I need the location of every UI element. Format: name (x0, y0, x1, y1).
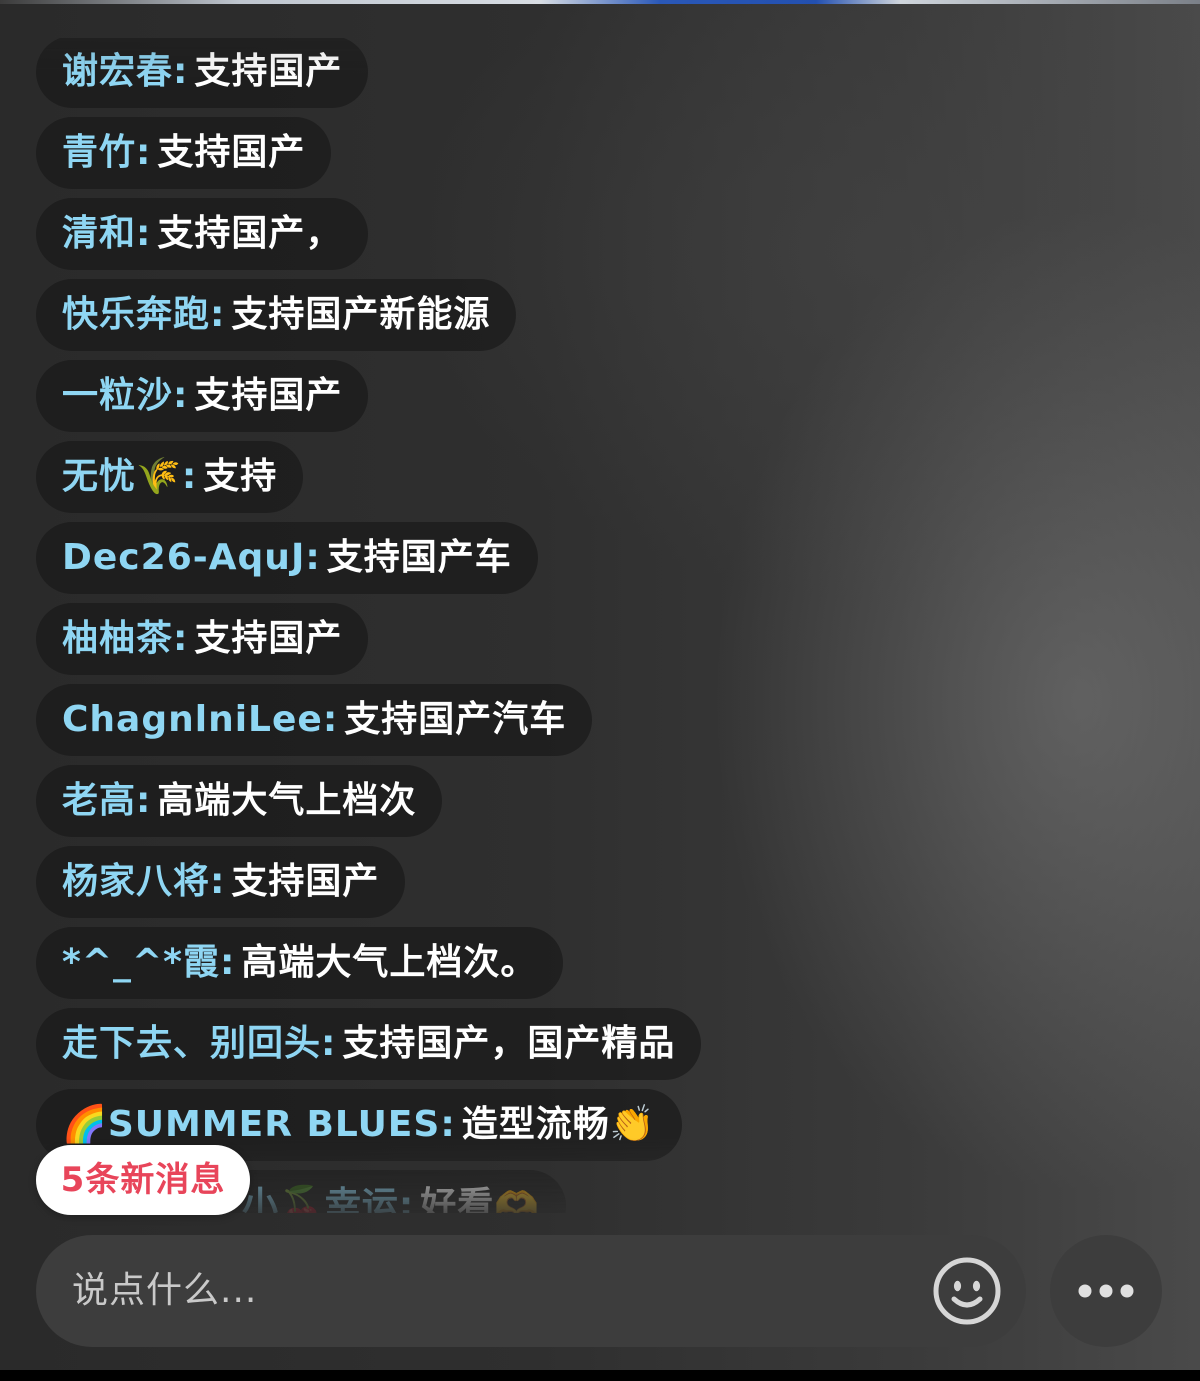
chat-username[interactable]: 小🍒幸运 (242, 1185, 399, 1213)
chat-text: 高端大气上档次 (157, 780, 417, 821)
more-dots-icon (1078, 1284, 1134, 1298)
chat-text: 支持国产新能源 (231, 294, 491, 335)
chat-text: 支持国产 (194, 375, 343, 416)
chat-text: 支持国产 (157, 132, 306, 173)
chat-colon: : (321, 1023, 337, 1064)
chat-text: 支持国产 (231, 861, 380, 902)
chat-message: 谢宏春: 支持国产 (36, 38, 369, 108)
chat-colon: : (398, 1185, 415, 1213)
chat-message: 无忧🌾: 支持 (36, 441, 304, 513)
chat-colon: : (322, 699, 339, 740)
screen-bottom-edge (0, 1370, 1200, 1381)
chat-colon: : (181, 456, 198, 497)
chat-username[interactable]: 柚柚茶 (62, 618, 173, 659)
chat-username[interactable]: 🌈SUMMER BLUES (62, 1104, 440, 1145)
chat-username[interactable]: 谢宏春 (62, 51, 173, 92)
chat-message: 青竹: 支持国产 (36, 117, 332, 189)
chat-colon: : (136, 213, 152, 254)
chat-colon: : (210, 294, 226, 335)
chat-message: 老高: 高端大气上档次 (36, 765, 443, 837)
chat-message: 小🍒幸运: 好看🫶 (216, 1170, 567, 1213)
chat-text: 支持国产，国产精品 (342, 1023, 676, 1064)
chat-username[interactable]: 老高 (62, 780, 136, 821)
chat-colon: : (136, 132, 152, 173)
chat-username[interactable]: 一粒沙 (62, 375, 173, 416)
chat-username[interactable]: 走下去、别回头 (62, 1023, 321, 1064)
chat-message: 一粒沙: 支持国产 (36, 360, 369, 432)
more-options-button[interactable] (1050, 1235, 1162, 1347)
chat-text: 支持国产车 (326, 537, 512, 578)
chat-text: 好看🫶 (420, 1185, 541, 1213)
chat-colon: : (136, 780, 152, 821)
live-chat-list[interactable]: 谢宏春: 支持国产 青竹: 支持国产 清和: 支持国产， 快乐奔跑: 支持国产新能源 一… (36, 38, 1036, 1213)
chat-username[interactable]: 无忧🌾 (62, 456, 182, 497)
chat-text: 支持 (203, 456, 278, 497)
chat-colon: : (440, 1104, 456, 1145)
chat-colon: : (219, 942, 236, 983)
chat-message: 快乐奔跑: 支持国产新能源 (36, 279, 517, 351)
chat-colon: : (173, 375, 189, 416)
chat-message: *^_^*霞: 高端大气上档次。 (36, 927, 564, 999)
video-top-edge (0, 0, 1200, 4)
chat-text: 支持国产 (194, 618, 343, 659)
chat-colon: : (173, 618, 189, 659)
chat-message: Dec26-AquJ: 支持国产车 (36, 522, 538, 594)
chat-text: 支持国产汽车 (344, 699, 567, 740)
chat-message: 柚柚茶: 支持国产 (36, 603, 369, 675)
chat-text: 支持国产 (194, 51, 343, 92)
emoji-button[interactable] (932, 1256, 1002, 1326)
chat-text: 支持国产， (157, 213, 343, 254)
chat-colon: : (210, 861, 226, 902)
new-messages-button[interactable]: 5条新消息 (36, 1145, 250, 1215)
chat-message: ChagnlniLee: 支持国产汽车 (36, 684, 593, 756)
comment-input-placeholder[interactable]: 说点什么... (72, 1235, 257, 1347)
chat-username[interactable]: 清和 (62, 213, 136, 254)
smiley-face-icon (933, 1257, 1001, 1325)
chat-username[interactable]: *^_^*霞 (62, 942, 220, 983)
comment-input-bar[interactable]: 说点什么... (36, 1235, 1026, 1347)
chat-colon: : (305, 537, 321, 578)
chat-username[interactable]: 青竹 (62, 132, 136, 173)
chat-message: 走下去、别回头: 支持国产，国产精品 (36, 1008, 702, 1080)
chat-text: 造型流畅👏 (461, 1104, 656, 1145)
chat-username[interactable]: 快乐奔跑 (62, 294, 210, 335)
chat-username[interactable]: 杨家八将 (62, 861, 210, 902)
chat-username[interactable]: Dec26-AquJ (62, 537, 305, 578)
chat-message: 杨家八将: 支持国产 (36, 846, 406, 918)
chat-username[interactable]: ChagnlniLee (62, 699, 323, 740)
chat-colon: : (173, 51, 189, 92)
chat-text: 高端大气上档次。 (241, 942, 538, 983)
chat-message: 清和: 支持国产， (36, 198, 369, 270)
